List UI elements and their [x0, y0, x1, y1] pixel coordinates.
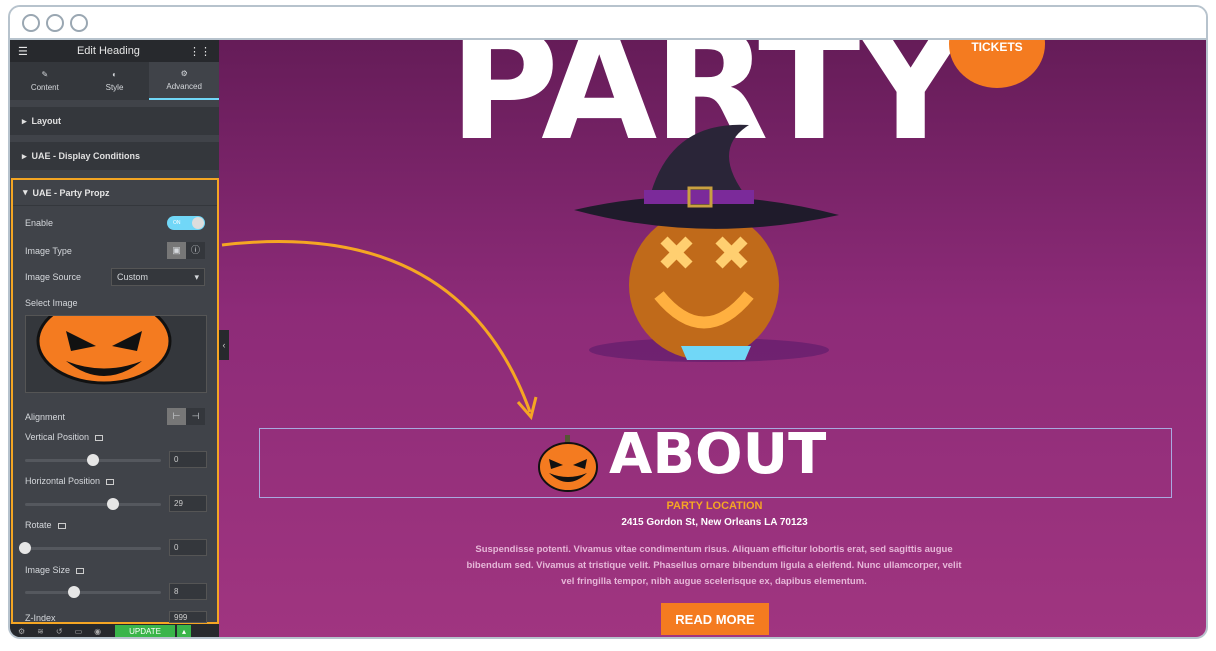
- page-canvas: PARTY TICKETS ABOUT PARTY LOCATION 2415 …: [219, 40, 1206, 637]
- tab-label: Content: [30, 83, 59, 92]
- layers-icon[interactable]: ≋: [37, 627, 44, 636]
- rotate-slider[interactable]: [19, 542, 161, 554]
- window-close-button[interactable]: [22, 14, 40, 32]
- monitor-icon: [95, 434, 104, 441]
- sidebar-footer: ⚙ ≋ ↺ ▭ ◉ UPDATE ▴: [10, 624, 219, 637]
- about-heading: ABOUT: [609, 422, 827, 487]
- title-bar: [10, 7, 1206, 40]
- read-more-button[interactable]: READ MORE: [661, 603, 769, 635]
- editor-sidebar: ☰ Edit Heading ⋮⋮ ✎ Content ◐ Style ⚙ Advan…: [10, 40, 220, 637]
- pumpkin-prop-image: [538, 435, 598, 492]
- preview-eye-icon[interactable]: ◉: [94, 627, 101, 636]
- section-layout[interactable]: ▸ Layout: [10, 107, 219, 135]
- image-size-label: Image Size: [25, 565, 71, 575]
- enable-label: Enable: [25, 218, 54, 228]
- grid-icon[interactable]: ⋮⋮: [189, 45, 211, 58]
- tab-label: Style: [105, 83, 124, 92]
- party-propz-panel: ▾ UAE - Party Propz Enable ON Image Type…: [11, 178, 219, 624]
- settings-icon[interactable]: ⚙: [18, 627, 25, 636]
- monitor-icon: [106, 478, 115, 485]
- image-type-image-button[interactable]: ▣: [167, 242, 186, 259]
- vertical-position-label: Vertical Position: [25, 432, 90, 442]
- toggle-state: ON: [173, 220, 181, 226]
- image-size-slider[interactable]: [25, 586, 161, 598]
- responsive-icon[interactable]: ▭: [75, 627, 83, 636]
- select-value: Custom: [117, 272, 149, 282]
- slider-handle[interactable]: [67, 586, 80, 598]
- align-right-button[interactable]: ⊣: [186, 408, 205, 425]
- horizontal-position-slider[interactable]: [25, 498, 161, 510]
- image-source-label: Image Source: [25, 272, 82, 282]
- vertical-position-input[interactable]: [169, 451, 207, 468]
- slider-handle[interactable]: [87, 454, 99, 466]
- info-icon[interactable]: ⓘ: [186, 242, 205, 259]
- section-label: UAE - Party Propz: [32, 187, 110, 198]
- update-button[interactable]: UPDATE: [115, 625, 175, 637]
- horizontal-position-label: Horizontal Position: [25, 476, 101, 486]
- section-label: UAE - Display Conditions: [31, 151, 141, 161]
- image-type-label: Image Type: [25, 245, 72, 256]
- image-source-select[interactable]: Custom ▾: [111, 268, 205, 286]
- browser-window: ☰ Edit Heading ⋮⋮ ✎ Content ◐ Style ⚙ Advan…: [8, 5, 1208, 639]
- rotate-input[interactable]: [169, 539, 207, 556]
- party-propz-header[interactable]: ▾ UAE - Party Propz: [13, 180, 217, 206]
- location-label: PARTY LOCATION: [666, 500, 763, 512]
- window-maximize-button[interactable]: [70, 14, 88, 32]
- image-size-input[interactable]: [169, 583, 207, 600]
- sidebar-collapse-handle[interactable]: ‹: [219, 330, 229, 360]
- horizontal-position-input[interactable]: [169, 495, 207, 512]
- tab-style[interactable]: ◐ Style: [80, 62, 150, 100]
- contrast-icon: ◐: [112, 70, 117, 79]
- pumpkin-witch-hat-image: [574, 124, 839, 362]
- z-index-label: Z-Index: [25, 613, 56, 623]
- monitor-icon: [57, 522, 66, 529]
- pumpkin-image: [36, 316, 172, 385]
- align-left-button[interactable]: ⊢: [167, 408, 186, 425]
- monitor-icon: [76, 567, 85, 574]
- chevron-down-icon: ▾: [194, 272, 199, 282]
- enable-toggle[interactable]: ON: [167, 216, 205, 230]
- sidebar-header: ☰ Edit Heading ⋮⋮: [10, 40, 219, 62]
- image-preview[interactable]: [25, 315, 207, 393]
- alignment-label: Alignment: [25, 411, 66, 422]
- update-options-button[interactable]: ▴: [176, 625, 191, 637]
- section-display-conditions[interactable]: ▸ UAE - Display Conditions: [10, 142, 219, 170]
- history-icon[interactable]: ↺: [56, 627, 63, 636]
- select-image-label: Select Image: [25, 298, 78, 308]
- rotate-label: Rotate: [25, 520, 52, 530]
- panel-title: Edit Heading: [76, 45, 140, 57]
- tab-advanced[interactable]: ⚙ Advanced: [149, 62, 220, 100]
- address-text: 2415 Gordon St, New Orleans LA 70123: [621, 517, 808, 528]
- tickets-button[interactable]: TICKETS: [949, 40, 1045, 88]
- about-body-text: Suspendisse potenti. Vivamus vitae condi…: [466, 544, 962, 587]
- tab-content[interactable]: ✎ Content: [10, 62, 80, 100]
- section-label: Layout: [31, 116, 62, 126]
- z-index-input[interactable]: [169, 611, 207, 623]
- window-minimize-button[interactable]: [46, 14, 64, 32]
- pencil-icon: ✎: [41, 70, 49, 79]
- vertical-position-slider[interactable]: [25, 454, 161, 466]
- tab-label: Advanced: [166, 82, 202, 91]
- gear-icon: ⚙: [180, 69, 188, 78]
- slider-handle[interactable]: [107, 498, 120, 510]
- slider-handle[interactable]: [19, 542, 31, 554]
- hamburger-icon[interactable]: ☰: [18, 45, 28, 58]
